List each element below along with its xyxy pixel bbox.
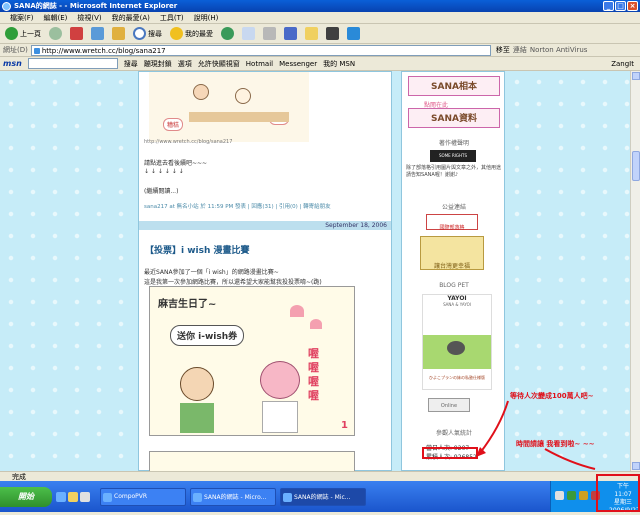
- favorites-button[interactable]: 我的最愛: [168, 26, 215, 42]
- address-input[interactable]: http://www.wretch.cc/blog/sana217: [30, 44, 491, 56]
- research-button[interactable]: [324, 26, 341, 42]
- close-button[interactable]: ×: [627, 1, 638, 11]
- menu-help[interactable]: 說明(H): [194, 13, 219, 23]
- standard-toolbar: 上一頁 搜尋 我的最愛: [0, 24, 640, 44]
- ie-quicklaunch-icon[interactable]: [56, 491, 66, 502]
- taskbar-item-label: SANA的網誌 - Micro...: [204, 494, 267, 501]
- desktop-quicklaunch-icon[interactable]: [80, 491, 90, 502]
- quick-launch: [56, 489, 96, 505]
- clock-highlight: [596, 474, 640, 512]
- edit-button[interactable]: [282, 26, 299, 42]
- msn-options-button[interactable]: 選項: [178, 59, 192, 69]
- window-title: SANA的網誌 - - Microsoft Internet Explorer: [14, 2, 178, 10]
- ie-icon: [283, 492, 292, 502]
- vertical-scrollbar[interactable]: [630, 71, 640, 471]
- popup-blocker-button[interactable]: 蹦現封鎖: [144, 59, 172, 69]
- menu-favorites[interactable]: 我的最愛(A): [112, 13, 150, 23]
- scroll-thumb[interactable]: [632, 151, 640, 181]
- menu-edit[interactable]: 編輯(E): [44, 13, 68, 23]
- menu-tools[interactable]: 工具(T): [160, 13, 184, 23]
- folder-icon: [305, 27, 318, 40]
- window-controls: _ □ ×: [603, 1, 638, 11]
- taskbar-item[interactable]: CompoPVR: [100, 487, 186, 506]
- annotation-arrows: [476, 400, 596, 470]
- taskbar-item-label: SANA的網誌 - Mic...: [294, 494, 351, 501]
- window-title-bar: SANA的網誌 - - Microsoft Internet Explorer …: [0, 0, 640, 12]
- favorites-label: 我的最愛: [185, 29, 213, 38]
- taskbar-item[interactable]: SANA的網誌 - Micro...: [190, 487, 276, 506]
- start-button[interactable]: 開始: [0, 486, 52, 507]
- research-icon: [326, 27, 339, 40]
- windows-taskbar: 開始 CompoPVR SANA的網誌 - Micro... SANA的網誌 -…: [0, 481, 640, 514]
- print-button[interactable]: [261, 26, 278, 42]
- hotmail-button[interactable]: Hotmail: [246, 60, 273, 68]
- search-icon: [133, 27, 146, 40]
- my-msn-button[interactable]: 我的 MSN: [323, 59, 355, 69]
- norton-label[interactable]: Norton AntiVirus: [530, 46, 588, 54]
- back-arrow-icon: [5, 27, 18, 40]
- menu-bar: 檔案(F) 編輯(E) 檢視(V) 我的最愛(A) 工具(T) 說明(H): [0, 12, 640, 24]
- home-button[interactable]: [110, 26, 127, 42]
- annotation-arrow-2: [544, 448, 596, 470]
- folder-quicklaunch-icon[interactable]: [68, 491, 78, 502]
- forward-button[interactable]: [47, 26, 64, 42]
- maximize-button[interactable]: □: [615, 1, 626, 11]
- folder-button[interactable]: [303, 26, 320, 42]
- search-button[interactable]: 搜尋: [131, 26, 164, 42]
- mail-button[interactable]: [240, 26, 257, 42]
- tray-icon[interactable]: [579, 491, 588, 500]
- history-icon: [221, 27, 234, 40]
- menu-file[interactable]: 檔案(F): [10, 13, 34, 23]
- messenger-link[interactable]: Messenger: [279, 60, 317, 68]
- home-icon: [112, 27, 125, 40]
- mail-icon: [242, 27, 255, 40]
- annotation-note-1: 等待人次變成100萬人吧~: [510, 392, 594, 400]
- refresh-icon: [91, 27, 104, 40]
- annotation-arrow-1: [479, 400, 509, 454]
- search-label: 搜尋: [148, 29, 162, 38]
- msn-search-input[interactable]: [27, 58, 118, 69]
- forward-arrow-icon: [49, 27, 62, 40]
- app-icon: [103, 492, 112, 502]
- go-button[interactable]: 移至: [494, 45, 510, 55]
- stop-icon: [70, 27, 83, 40]
- tray-icon[interactable]: [567, 491, 576, 500]
- print-icon: [263, 27, 276, 40]
- msn-search-button[interactable]: 搜尋: [124, 59, 138, 69]
- star-icon: [170, 27, 183, 40]
- zangit-button[interactable]: ZangIt: [611, 60, 634, 68]
- links-label[interactable]: 連結: [513, 45, 527, 55]
- tray-icon[interactable]: [555, 491, 564, 500]
- status-text: 完成: [12, 472, 26, 481]
- status-bar: 完成: [0, 471, 640, 481]
- address-label: 網址(D): [3, 46, 28, 54]
- scroll-down-icon[interactable]: [632, 462, 640, 470]
- refresh-button[interactable]: [89, 26, 106, 42]
- minimize-button[interactable]: _: [603, 1, 614, 11]
- page-viewport: 糟糕 睡覺 http://www.wretch.cc/blog/sana217 …: [0, 71, 630, 471]
- scroll-up-icon[interactable]: [632, 72, 640, 80]
- back-label: 上一頁: [20, 29, 41, 38]
- annotation-note-2: 時間請讓 我看到啦~ ~~: [516, 440, 595, 448]
- ie-icon: [193, 492, 202, 502]
- edit-icon: [284, 27, 297, 40]
- history-button[interactable]: [219, 26, 236, 42]
- menu-view[interactable]: 檢視(V): [77, 13, 101, 23]
- msn-logo: msn: [3, 59, 22, 68]
- allow-popups-button[interactable]: 允許快顯視窗: [198, 59, 240, 69]
- address-bar: 網址(D) http://www.wretch.cc/blog/sana217 …: [0, 44, 640, 57]
- messenger-button[interactable]: [345, 26, 362, 42]
- back-button[interactable]: 上一頁: [3, 26, 43, 42]
- stop-button[interactable]: [68, 26, 85, 42]
- messenger-icon: [347, 27, 360, 40]
- taskbar-item[interactable]: SANA的網誌 - Mic...: [280, 487, 366, 506]
- ie-logo-icon: [2, 2, 11, 11]
- msn-toolbar: msn 搜尋 蹦現封鎖 選項 允許快顯視窗 Hotmail Messenger …: [0, 57, 640, 71]
- taskbar-item-label: CompoPVR: [114, 493, 148, 500]
